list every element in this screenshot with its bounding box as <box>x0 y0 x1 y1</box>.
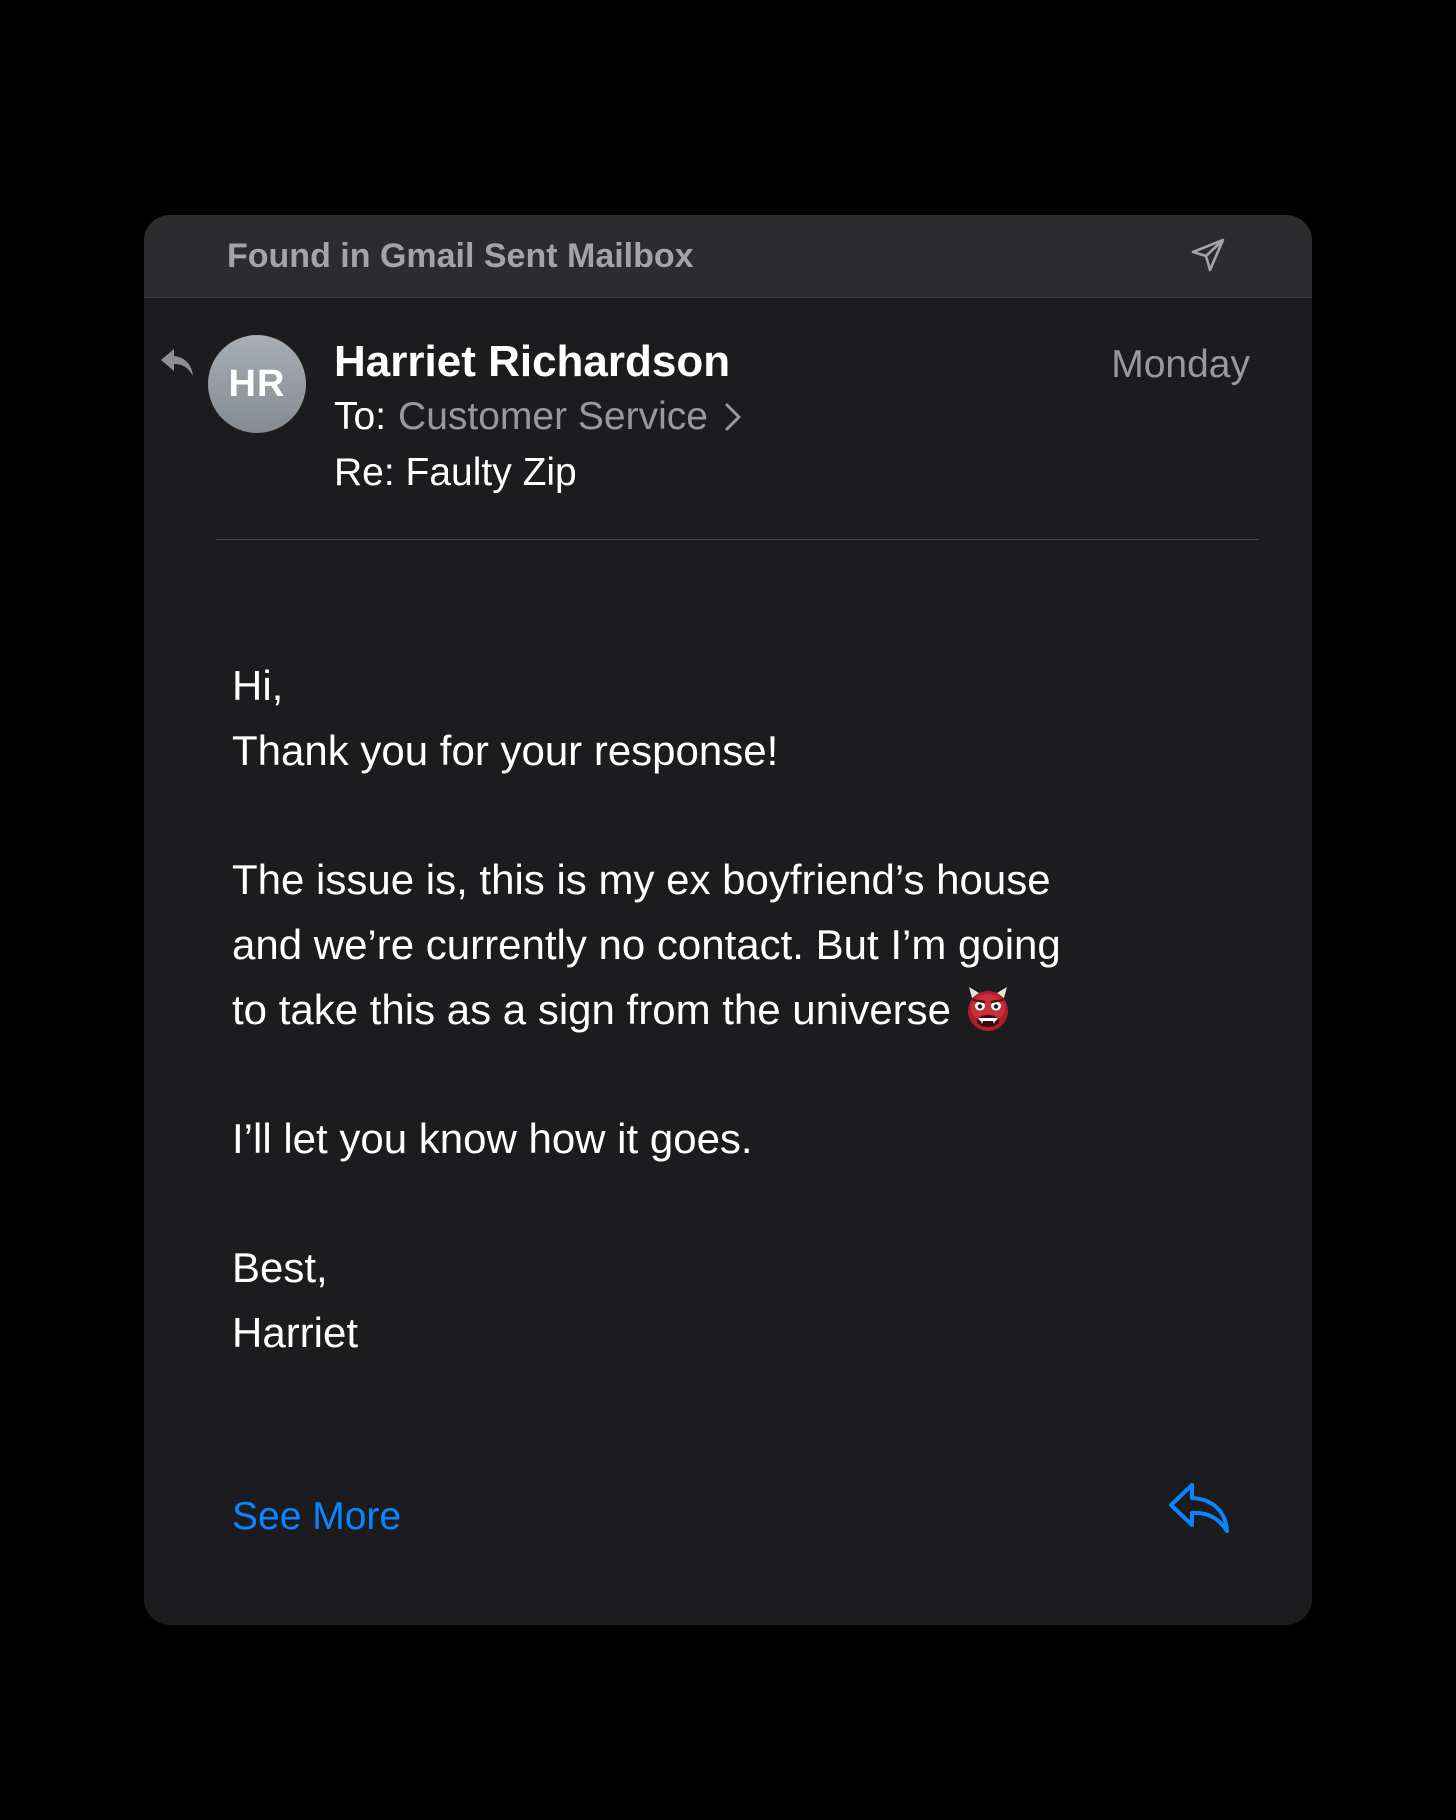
body-greeting: Hi, <box>232 662 284 709</box>
email-body: Hi, Thank you for your response! The iss… <box>232 653 1232 1365</box>
body-paragraph: I’ll let you know how it goes. <box>232 1115 753 1162</box>
recipient-line[interactable]: To: Customer Service <box>334 395 742 439</box>
body-signoff: Best, <box>232 1244 328 1291</box>
body-thanks: Thank you for your response! <box>232 727 779 774</box>
body-paragraph-line: to take this as a sign from the universe <box>232 986 952 1033</box>
message-date: Monday <box>1111 343 1250 386</box>
body-signature: Harriet <box>232 1309 359 1356</box>
sender-name: Harriet Richardson <box>334 337 731 386</box>
email-subject: Re: Faulty Zip <box>334 451 577 494</box>
avatar[interactable]: HR <box>208 335 306 433</box>
body-paragraph-line: and we’re currently no contact. But I’m … <box>232 921 1061 968</box>
recipient-name[interactable]: Customer Service <box>398 395 708 439</box>
reply-icon[interactable] <box>1166 1477 1232 1537</box>
body-paragraph-line: The issue is, this is my ex boyfriend’s … <box>232 856 1051 903</box>
to-label: To: <box>334 395 387 438</box>
paper-plane-icon[interactable] <box>1188 235 1228 275</box>
ogre-emoji-icon <box>968 986 1009 1031</box>
mailbox-header: Found in Gmail Sent Mailbox <box>144 215 1312 298</box>
avatar-initials: HR <box>228 362 286 405</box>
chevron-right-icon <box>725 403 741 431</box>
email-preview-card: Found in Gmail Sent Mailbox HR Harriet R… <box>144 215 1312 1625</box>
body-paragraph-line-with-emoji: to take this as a sign from the universe <box>232 977 1232 1042</box>
mailbox-source-label: Found in Gmail Sent Mailbox <box>227 237 694 275</box>
replied-arrow-icon <box>161 349 193 376</box>
see-more-link[interactable]: See More <box>232 1495 401 1539</box>
header-divider <box>216 539 1258 540</box>
